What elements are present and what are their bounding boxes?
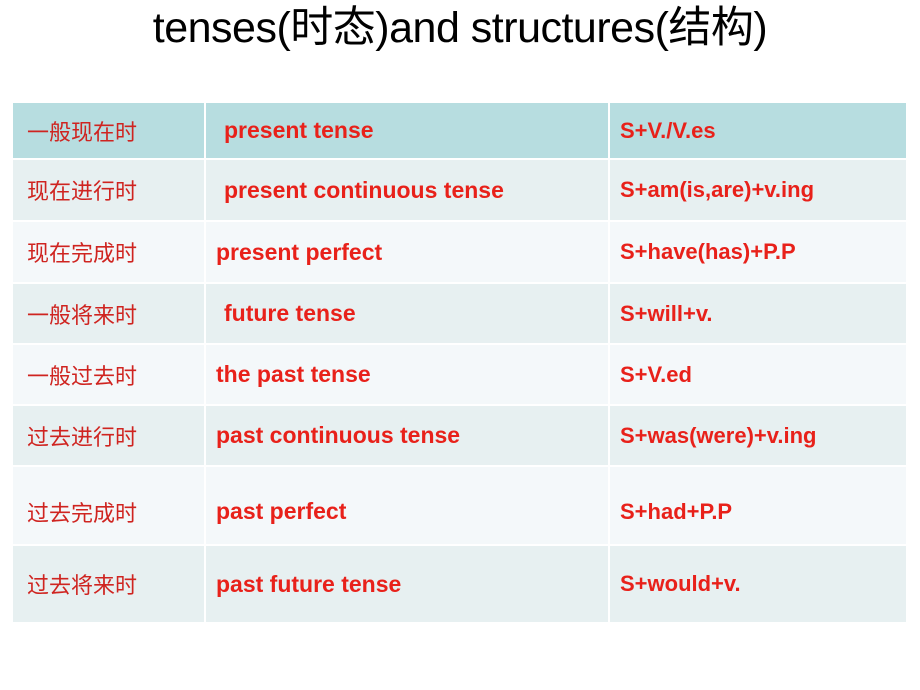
cell-english-tense: present continuous tense xyxy=(205,159,610,222)
english-tense-label: past future tense xyxy=(216,570,402,597)
structure-label: S+have(has)+P.P xyxy=(620,239,796,264)
chinese-tense-label: 过去进行时 xyxy=(27,425,138,451)
cell-english-tense: present perfect xyxy=(205,221,610,284)
english-tense-label: future tense xyxy=(224,300,356,326)
cell-chinese-tense: 一般将来时 xyxy=(13,283,206,345)
cell-structure: S+V.ed xyxy=(609,344,906,406)
cell-structure: S+am(is,are)+v.ing xyxy=(609,159,906,222)
cell-structure: S+V./V.es xyxy=(609,103,906,160)
chinese-tense-label: 一般过去时 xyxy=(27,364,138,390)
table-row: 现在完成时 present perfect S+have(has)+P.P xyxy=(13,221,906,284)
cell-chinese-tense: 过去进行时 xyxy=(13,405,206,467)
structure-label: S+was(were)+v.ing xyxy=(620,422,817,448)
table-row: 过去进行时 past continuous tense S+was(were)+… xyxy=(13,405,906,467)
cell-chinese-tense: 一般现在时 xyxy=(13,103,206,160)
chinese-tense-label: 现在完成时 xyxy=(27,242,138,267)
chinese-tense-label: 过去完成时 xyxy=(27,501,138,527)
table-row: 过去完成时 past perfect S+had+P.P xyxy=(13,466,906,546)
chinese-tense-label: 过去将来时 xyxy=(27,574,138,599)
cell-structure: S+will+v. xyxy=(609,283,906,345)
cell-english-tense: past continuous tense xyxy=(205,405,610,467)
cell-english-tense: present tense xyxy=(205,103,610,160)
table-row: 过去将来时 past future tense S+would+v. xyxy=(13,545,906,622)
structure-label: S+V./V.es xyxy=(620,117,716,143)
cell-chinese-tense: 现在进行时 xyxy=(13,159,206,222)
cell-english-tense: future tense xyxy=(205,283,610,345)
page-title: tenses(时态)and structures(结构) xyxy=(152,4,768,52)
english-tense-label: present continuous tense xyxy=(224,176,504,203)
cell-chinese-tense: 过去将来时 xyxy=(13,545,206,622)
cell-structure: S+have(has)+P.P xyxy=(609,221,906,284)
cell-chinese-tense: 现在完成时 xyxy=(13,221,206,284)
table-row: 一般过去时 the past tense S+V.ed xyxy=(13,344,906,406)
cell-english-tense: the past tense xyxy=(205,344,610,406)
cell-english-tense: past future tense xyxy=(205,545,610,622)
structure-label: S+had+P.P xyxy=(620,498,733,524)
english-tense-label: present tense xyxy=(224,117,374,143)
table-row: 一般现在时 present tense S+V./V.es xyxy=(13,103,906,160)
english-tense-label: present perfect xyxy=(216,238,383,265)
english-tense-label: past perfect xyxy=(216,498,347,524)
english-tense-label: past continuous tense xyxy=(216,422,461,448)
cell-structure: S+was(were)+v.ing xyxy=(609,405,906,467)
tenses-table-body: 一般现在时 present tense S+V./V.es 现在进行时 pres… xyxy=(13,103,906,622)
cell-structure: S+had+P.P xyxy=(609,466,906,546)
chinese-tense-label: 一般现在时 xyxy=(27,120,138,146)
structure-label: S+am(is,are)+v.ing xyxy=(620,177,815,202)
tenses-table: 一般现在时 present tense S+V./V.es 现在进行时 pres… xyxy=(13,103,906,622)
cell-structure: S+would+v. xyxy=(609,545,906,622)
cell-chinese-tense: 一般过去时 xyxy=(13,344,206,406)
cell-english-tense: past perfect xyxy=(205,466,610,546)
structure-label: S+V.ed xyxy=(620,361,692,387)
cell-chinese-tense: 过去完成时 xyxy=(13,466,206,546)
chinese-tense-label: 现在进行时 xyxy=(27,180,138,205)
chinese-tense-label: 一般将来时 xyxy=(27,303,138,329)
structure-label: S+will+v. xyxy=(620,300,713,326)
table-row: 一般将来时 future tense S+will+v. xyxy=(13,283,906,345)
english-tense-label: the past tense xyxy=(216,361,371,387)
structure-label: S+would+v. xyxy=(620,571,741,596)
table-row: 现在进行时 present continuous tense S+am(is,a… xyxy=(13,159,906,222)
